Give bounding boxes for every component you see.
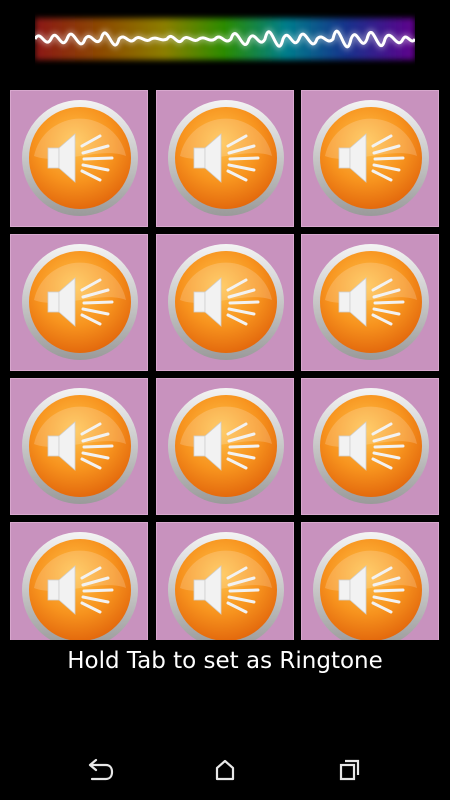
play-sound-button[interactable] — [166, 242, 286, 362]
sound-tile[interactable] — [156, 234, 294, 371]
play-sound-button[interactable] — [311, 242, 431, 362]
speaker-icon — [22, 532, 138, 640]
sound-tile[interactable] — [10, 378, 148, 515]
sound-tile[interactable] — [10, 234, 148, 371]
sound-tile[interactable] — [156, 90, 294, 227]
sound-tile[interactable] — [156, 522, 294, 640]
play-sound-button[interactable] — [311, 530, 431, 640]
speaker-icon — [22, 244, 138, 360]
speaker-icon — [168, 244, 284, 360]
play-sound-button[interactable] — [166, 98, 286, 218]
sound-wave-banner — [35, 8, 415, 70]
speaker-icon — [22, 388, 138, 504]
home-button[interactable] — [205, 754, 245, 786]
system-nav-bar — [0, 740, 450, 800]
sound-tile[interactable] — [156, 378, 294, 515]
sound-tile[interactable] — [301, 522, 439, 640]
sound-wave-icon — [35, 18, 415, 60]
play-sound-button[interactable] — [20, 530, 140, 640]
recents-button[interactable] — [329, 754, 369, 786]
speaker-icon — [168, 532, 284, 640]
sound-tile[interactable] — [10, 90, 148, 227]
play-sound-button[interactable] — [20, 386, 140, 506]
speaker-icon — [168, 388, 284, 504]
speaker-icon — [22, 100, 138, 216]
speaker-icon — [313, 532, 429, 640]
speaker-icon — [313, 244, 429, 360]
speaker-icon — [313, 100, 429, 216]
sound-tile[interactable] — [10, 522, 148, 640]
back-button[interactable] — [80, 754, 120, 786]
play-sound-button[interactable] — [311, 98, 431, 218]
play-sound-button[interactable] — [166, 386, 286, 506]
speaker-icon — [313, 388, 429, 504]
recents-icon — [339, 759, 360, 781]
play-sound-button[interactable] — [166, 530, 286, 640]
ringtone-hint: Hold Tab to set as Ringtone — [67, 648, 383, 674]
speaker-icon — [168, 100, 284, 216]
sound-tile[interactable] — [301, 378, 439, 515]
home-icon — [215, 759, 235, 781]
sound-tile[interactable] — [301, 90, 439, 227]
play-sound-button[interactable] — [20, 98, 140, 218]
play-sound-button[interactable] — [20, 242, 140, 362]
app-screen: Hold Tab to set as Ringtone — [0, 0, 450, 800]
sound-tile[interactable] — [301, 234, 439, 371]
play-sound-button[interactable] — [311, 386, 431, 506]
back-icon — [88, 758, 114, 781]
sound-grid-viewport[interactable] — [0, 88, 450, 640]
